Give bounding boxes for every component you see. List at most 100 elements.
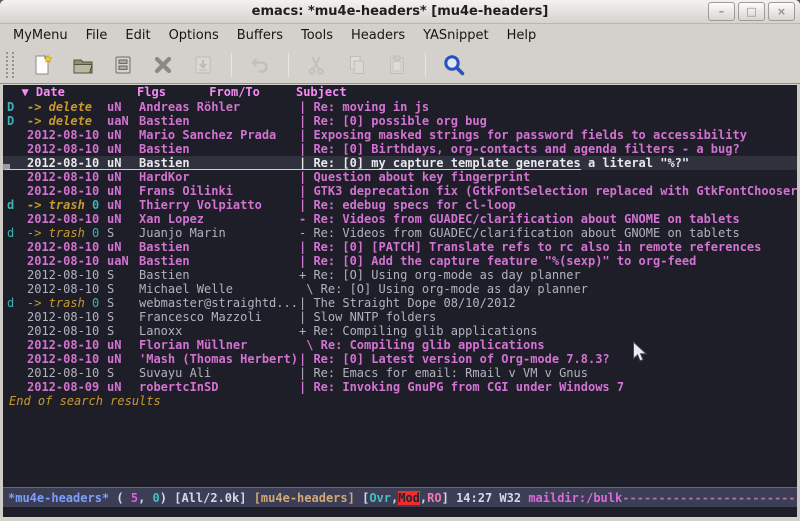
modeline-segment: 14:27 W32 bbox=[456, 491, 528, 505]
message-row[interactable]: 2012-08-10SBastien+ Re: [O] Using org-mo… bbox=[3, 268, 797, 282]
flags-cell: S bbox=[107, 296, 139, 310]
mark-label: -> trash bbox=[27, 226, 85, 240]
from-cell: Bastien bbox=[139, 156, 299, 170]
flags-cell: uN bbox=[107, 128, 139, 142]
message-row[interactable]: 2012-08-10uNBastien| Re: [0] Birthdays, … bbox=[3, 142, 797, 156]
modeline-segment: maildir:/bulk bbox=[528, 491, 622, 505]
date-cell: 2012-08-10 bbox=[27, 170, 107, 184]
import-icon bbox=[191, 53, 215, 77]
mark-prefix-cell: d bbox=[7, 296, 27, 310]
flags-cell: uN bbox=[107, 184, 139, 198]
date-cell: 2012-08-10 bbox=[27, 156, 107, 170]
message-row[interactable]: 2012-08-10uNFrans Oilinki| GTK3 deprecat… bbox=[3, 184, 797, 198]
flags-cell: uaN bbox=[107, 254, 139, 268]
echo-area[interactable] bbox=[3, 507, 797, 517]
from-cell: Bastien bbox=[139, 240, 299, 254]
menu-item-edit[interactable]: Edit bbox=[116, 26, 159, 45]
message-row[interactable]: 2012-08-10SMichael Welle \ Re: [O] Using… bbox=[3, 282, 797, 296]
mark-prefix-cell bbox=[7, 352, 27, 366]
message-row[interactable]: 2012-08-10uNXan Lopez- Re: Videos from G… bbox=[3, 212, 797, 226]
subject-cell: | The Straight Dope 08/10/2012 bbox=[299, 296, 797, 310]
from-cell: Florian Müllner bbox=[139, 338, 299, 352]
date-cell: 2012-08-10 bbox=[27, 240, 107, 254]
toolbar-grip-handle[interactable] bbox=[6, 52, 14, 78]
minimize-button[interactable]: – bbox=[708, 2, 735, 21]
from-cell: webmaster@straightd... bbox=[139, 296, 299, 310]
message-row[interactable]: d-> trash 0uNThierry Volpiatto| Re: edeb… bbox=[3, 198, 797, 212]
message-row[interactable]: D-> deleteuNAndreas Röhler| Re: moving i… bbox=[3, 100, 797, 114]
menu-item-tools[interactable]: Tools bbox=[292, 26, 342, 45]
message-row[interactable]: 2012-08-10uaNBastien| Re: [0] Add the ca… bbox=[3, 254, 797, 268]
message-row[interactable]: d-> trash 0SJuanjo Marin- Re: Videos fro… bbox=[3, 226, 797, 240]
date-cell: -> delete bbox=[27, 114, 107, 128]
menu-item-help[interactable]: Help bbox=[498, 26, 546, 45]
date-cell: 2012-08-10 bbox=[27, 128, 107, 142]
close-button[interactable]: × bbox=[768, 2, 795, 21]
mark-prefix-cell: D bbox=[7, 100, 27, 114]
subject-cell: + Re: Compiling glib applications bbox=[299, 324, 797, 338]
message-row[interactable]: 2012-08-10uNHardKor| Question about key … bbox=[3, 170, 797, 184]
subject-cell: | Re: edebug specs for cl-loop bbox=[299, 198, 797, 212]
mark-label: -> delete bbox=[27, 100, 92, 114]
date-cell: -> trash 0 bbox=[27, 226, 107, 240]
from-cell: Bastien bbox=[139, 114, 299, 128]
message-row[interactable]: 2012-08-10SSuvayu Ali| Re: Emacs for ema… bbox=[3, 366, 797, 380]
date-cell: -> trash 0 bbox=[27, 198, 107, 212]
maximize-button[interactable]: □ bbox=[738, 2, 765, 21]
flags-cell: S bbox=[107, 366, 139, 380]
close-file-button[interactable] bbox=[148, 50, 178, 80]
message-row[interactable]: 2012-08-10uNFlorian Müllner \ Re: Compil… bbox=[3, 338, 797, 352]
flags-cell: uaN bbox=[107, 114, 139, 128]
menu-item-file[interactable]: File bbox=[77, 26, 117, 45]
from-cell: Francesco Mazzoli bbox=[139, 310, 299, 324]
from-cell: Frans Oilinki bbox=[139, 184, 299, 198]
menu-item-yasnippet[interactable]: YASnippet bbox=[414, 26, 498, 45]
date-cell: 2012-08-09 bbox=[27, 380, 107, 394]
menu-item-mymenu[interactable]: MyMenu bbox=[4, 26, 77, 45]
from-cell: Mario Sanchez Prada bbox=[139, 128, 299, 142]
modeline-segment: ------------------------------ bbox=[622, 491, 797, 505]
from-cell: Bastien bbox=[139, 254, 299, 268]
message-row[interactable]: 2012-08-10SFrancesco Mazzoli| Slow NNTP … bbox=[3, 310, 797, 324]
message-row[interactable]: 2012-08-10SLanoxx+ Re: Compiling glib ap… bbox=[3, 324, 797, 338]
buffer-empty-area bbox=[3, 408, 797, 487]
headers-column-header[interactable]: ▼ Date Flgs From/To Subject bbox=[3, 85, 797, 100]
message-row[interactable]: 2012-08-10uNMario Sanchez Prada| Exposin… bbox=[3, 128, 797, 142]
subject-cell: + Re: [O] Using org-mode as day planner bbox=[299, 268, 797, 282]
flags-cell: uN bbox=[107, 352, 139, 366]
open-folder-button[interactable] bbox=[68, 50, 98, 80]
new-document-button[interactable] bbox=[28, 50, 58, 80]
menu-item-options[interactable]: Options bbox=[160, 26, 228, 45]
mark-label: -> delete bbox=[27, 114, 92, 128]
mark-prefix-cell bbox=[7, 282, 27, 296]
mode-line: *mu4e-headers* ( 5, 0) [All/2.0k] [mu4e-… bbox=[3, 487, 797, 507]
mark-prefix-cell bbox=[7, 170, 27, 184]
menu-item-buffers[interactable]: Buffers bbox=[228, 26, 292, 45]
title-bar[interactable]: emacs: *mu4e-headers* [mu4e-headers] – □… bbox=[0, 0, 800, 24]
from-cell: 'Mash (Thomas Herbert) bbox=[139, 352, 299, 366]
message-row[interactable]: D-> deleteuaNBastien| Re: [0] possible o… bbox=[3, 114, 797, 128]
subject-cell: | Slow NNTP folders bbox=[299, 310, 797, 324]
search-button[interactable] bbox=[439, 50, 469, 80]
message-row[interactable]: 2012-08-10uNBastien| Re: [0] my capture … bbox=[3, 156, 797, 170]
date-cell: 2012-08-10 bbox=[27, 352, 107, 366]
mark-prefix-cell bbox=[7, 268, 27, 282]
save-icon bbox=[111, 53, 135, 77]
message-row[interactable]: 2012-08-10uN'Mash (Thomas Herbert)| Re: … bbox=[3, 352, 797, 366]
mark-prefix-cell bbox=[7, 142, 27, 156]
modeline-segment: [ bbox=[355, 491, 369, 505]
from-cell: Xan Lopez bbox=[139, 212, 299, 226]
subject-cell: - Re: Videos from GUADEC/clarification a… bbox=[299, 226, 797, 240]
message-row[interactable]: 2012-08-10uNBastien| Re: [0] [PATCH] Tra… bbox=[3, 240, 797, 254]
message-row[interactable]: d-> trash 0Swebmaster@straightd...| The … bbox=[3, 296, 797, 310]
mark-prefix-cell bbox=[7, 212, 27, 226]
mark-suffix: 0 bbox=[85, 296, 99, 310]
menu-item-headers[interactable]: Headers bbox=[342, 26, 414, 45]
end-of-results-text: End of search results bbox=[3, 394, 797, 408]
undo-icon bbox=[248, 53, 272, 77]
from-cell: Michael Welle bbox=[139, 282, 299, 296]
modeline-segment: ( bbox=[109, 491, 131, 505]
message-row[interactable]: 2012-08-09uNrobertcInSD| Re: Invoking Gn… bbox=[3, 380, 797, 394]
mark-suffix: 0 bbox=[85, 226, 99, 240]
save-button[interactable] bbox=[108, 50, 138, 80]
